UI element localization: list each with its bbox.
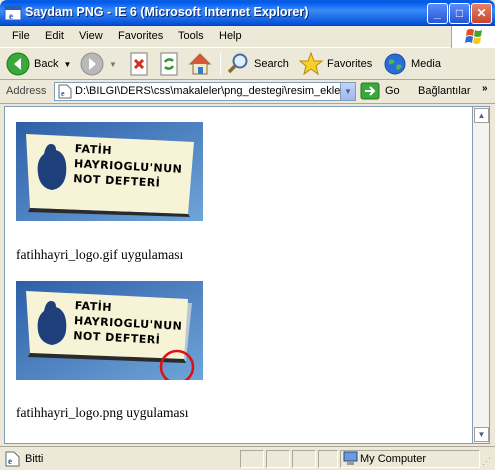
- status-cell: [292, 450, 316, 468]
- window-title: Saydam PNG - IE 6 (Microsoft Internet Ex…: [25, 5, 309, 19]
- status-page-icon: e: [5, 451, 20, 467]
- status-bar: e Bitti My Computer ⋰: [0, 446, 495, 470]
- status-text: Bitti: [25, 453, 44, 465]
- vertical-scrollbar[interactable]: ▲ ▼: [473, 106, 490, 444]
- search-label: Search: [254, 58, 289, 70]
- address-label: Address: [6, 85, 47, 97]
- status-cell: [240, 450, 264, 468]
- media-button[interactable]: Media: [383, 51, 441, 77]
- standard-toolbar: Back ▼ ▼ Search Favorites Media: [0, 48, 495, 80]
- favorites-label: Favorites: [327, 58, 373, 70]
- home-icon: [188, 53, 212, 75]
- go-label: Go: [385, 85, 400, 97]
- gif-logo-image: FATİH HAYRIOGLU'NUN NOT DEFTERİ: [16, 122, 203, 221]
- refresh-button[interactable]: [158, 51, 180, 77]
- go-arrow-icon: [360, 82, 380, 100]
- favorites-star-icon: [299, 52, 323, 76]
- home-button[interactable]: [188, 51, 212, 77]
- svg-text:e: e: [9, 11, 13, 21]
- menu-help[interactable]: Help: [219, 30, 242, 42]
- search-button[interactable]: Search: [226, 51, 289, 77]
- minimize-button[interactable]: _: [427, 3, 448, 24]
- ie-icon: e: [4, 5, 22, 21]
- media-label: Media: [411, 58, 441, 70]
- links-label[interactable]: Bağlantılar: [418, 85, 471, 97]
- resize-grip-icon[interactable]: ⋰: [482, 456, 491, 467]
- toolbar-separator: [220, 53, 221, 75]
- back-dropdown-icon[interactable]: ▼: [63, 60, 71, 69]
- menu-file[interactable]: File: [12, 30, 30, 42]
- forward-dropdown-icon[interactable]: ▼: [109, 60, 117, 69]
- search-icon: [227, 53, 248, 74]
- favorites-button[interactable]: Favorites: [299, 51, 372, 77]
- refresh-icon: [160, 52, 178, 76]
- computer-icon: [343, 451, 358, 465]
- page-content: FATİH HAYRIOGLU'NUN NOT DEFTERİ fatihhay…: [4, 106, 473, 444]
- scroll-down-button[interactable]: ▼: [474, 427, 489, 442]
- scroll-up-button[interactable]: ▲: [474, 108, 489, 123]
- address-dropdown-icon[interactable]: ▼: [340, 83, 355, 100]
- maximize-button[interactable]: □: [449, 3, 470, 24]
- status-cell: [318, 450, 338, 468]
- media-icon: [384, 53, 406, 75]
- page-icon: e: [58, 84, 72, 99]
- menu-favorites[interactable]: Favorites: [118, 30, 163, 42]
- svg-text:e: e: [8, 456, 12, 466]
- title-bar[interactable]: e Saydam PNG - IE 6 (Microsoft Internet …: [0, 0, 495, 26]
- close-button[interactable]: ✕: [471, 3, 492, 24]
- zone-text: My Computer: [360, 453, 427, 465]
- address-bar: Address e D:\BILGI\DERS\css\makaleler\pn…: [0, 80, 495, 104]
- links-chevron-icon[interactable]: »: [482, 83, 488, 94]
- go-button[interactable]: Go: [360, 82, 400, 100]
- address-value: D:\BILGI\DERS\css\makaleler\png_destegi\…: [75, 85, 353, 97]
- windows-logo: [451, 26, 495, 48]
- back-arrow-icon: [6, 52, 30, 76]
- forward-button[interactable]: ▼: [80, 51, 117, 77]
- stop-button[interactable]: [128, 51, 150, 77]
- gif-caption: fatihhayri_logo.gif uygulaması: [16, 247, 184, 262]
- png-caption: fatihhayri_logo.png uygulaması: [16, 405, 189, 420]
- menu-view[interactable]: View: [79, 30, 103, 42]
- back-button[interactable]: Back ▼: [6, 51, 71, 77]
- menu-edit[interactable]: Edit: [45, 30, 64, 42]
- png-logo-image: FATİH HAYRIOGLU'NUN NOT DEFTERİ: [16, 281, 203, 380]
- back-label: Back: [34, 58, 59, 70]
- menu-tools[interactable]: Tools: [178, 30, 204, 42]
- menu-bar: File Edit View Favorites Tools Help: [0, 26, 495, 48]
- forward-arrow-icon: [80, 52, 104, 76]
- windows-flag-icon: [465, 29, 482, 44]
- status-cell: [266, 450, 290, 468]
- address-input[interactable]: e D:\BILGI\DERS\css\makaleler\png_desteg…: [54, 82, 356, 101]
- stop-icon: [130, 52, 148, 76]
- svg-text:e: e: [61, 89, 65, 98]
